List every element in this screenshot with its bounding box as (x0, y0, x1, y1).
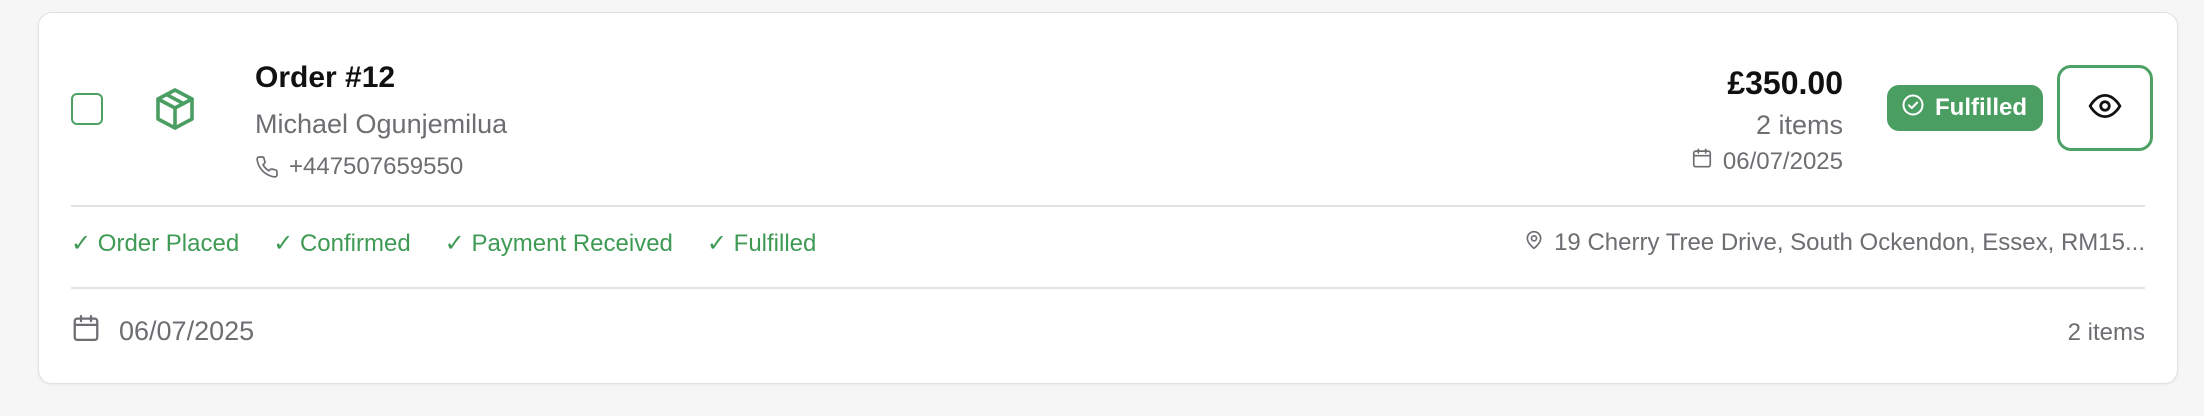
step-payment-received: ✓ Payment Received (444, 230, 673, 257)
address-text: 19 Cherry Tree Drive, South Ockendon, Es… (1554, 229, 2145, 256)
step-order-placed: ✓ Order Placed (71, 230, 240, 257)
order-card[interactable]: Order #12 Michael Ogunjemilua +447507659… (38, 12, 2178, 384)
footer-date-row: 06/07/2025 (71, 313, 254, 350)
eye-icon (2088, 89, 2122, 128)
check-circle-icon (1901, 93, 1925, 124)
order-total: £350.00 (1727, 65, 1843, 101)
step-confirmed: ✓ Confirmed (273, 230, 411, 257)
order-title: Order #12 (255, 61, 396, 94)
view-order-button[interactable] (2057, 65, 2153, 151)
item-count: 2 items (1755, 110, 1843, 140)
order-date-row: 06/07/2025 (1691, 147, 1843, 176)
customer-name: Michael Ogunjemilua (255, 109, 508, 139)
map-pin-icon (1524, 229, 1544, 257)
order-card-header: Order #12 Michael Ogunjemilua +447507659… (39, 13, 2177, 205)
divider (71, 205, 2145, 207)
status-badge: Fulfilled (1887, 85, 2043, 131)
footer-date: 06/07/2025 (119, 316, 255, 346)
order-progress: ✓ Order Placed ✓ Confirmed ✓ Payment Rec… (71, 229, 816, 258)
status-label: Fulfilled (1935, 94, 2027, 121)
phone-icon (255, 155, 279, 179)
calendar-icon (1691, 147, 1713, 176)
phone-row: +447507659550 (255, 153, 463, 181)
step-fulfilled: ✓ Fulfilled (706, 230, 817, 257)
package-icon (151, 85, 199, 133)
phone-number: +447507659550 (289, 153, 464, 180)
footer-item-count: 2 items (2067, 319, 2145, 346)
select-order-checkbox[interactable] (71, 93, 103, 125)
shipping-address: 19 Cherry Tree Drive, South Ockendon, Es… (1524, 229, 2145, 257)
divider (71, 287, 2145, 289)
calendar-icon (71, 313, 101, 350)
order-summary: £350.00 2 items 06/07/2025 (1691, 63, 1843, 176)
order-date: 06/07/2025 (1722, 147, 1843, 175)
